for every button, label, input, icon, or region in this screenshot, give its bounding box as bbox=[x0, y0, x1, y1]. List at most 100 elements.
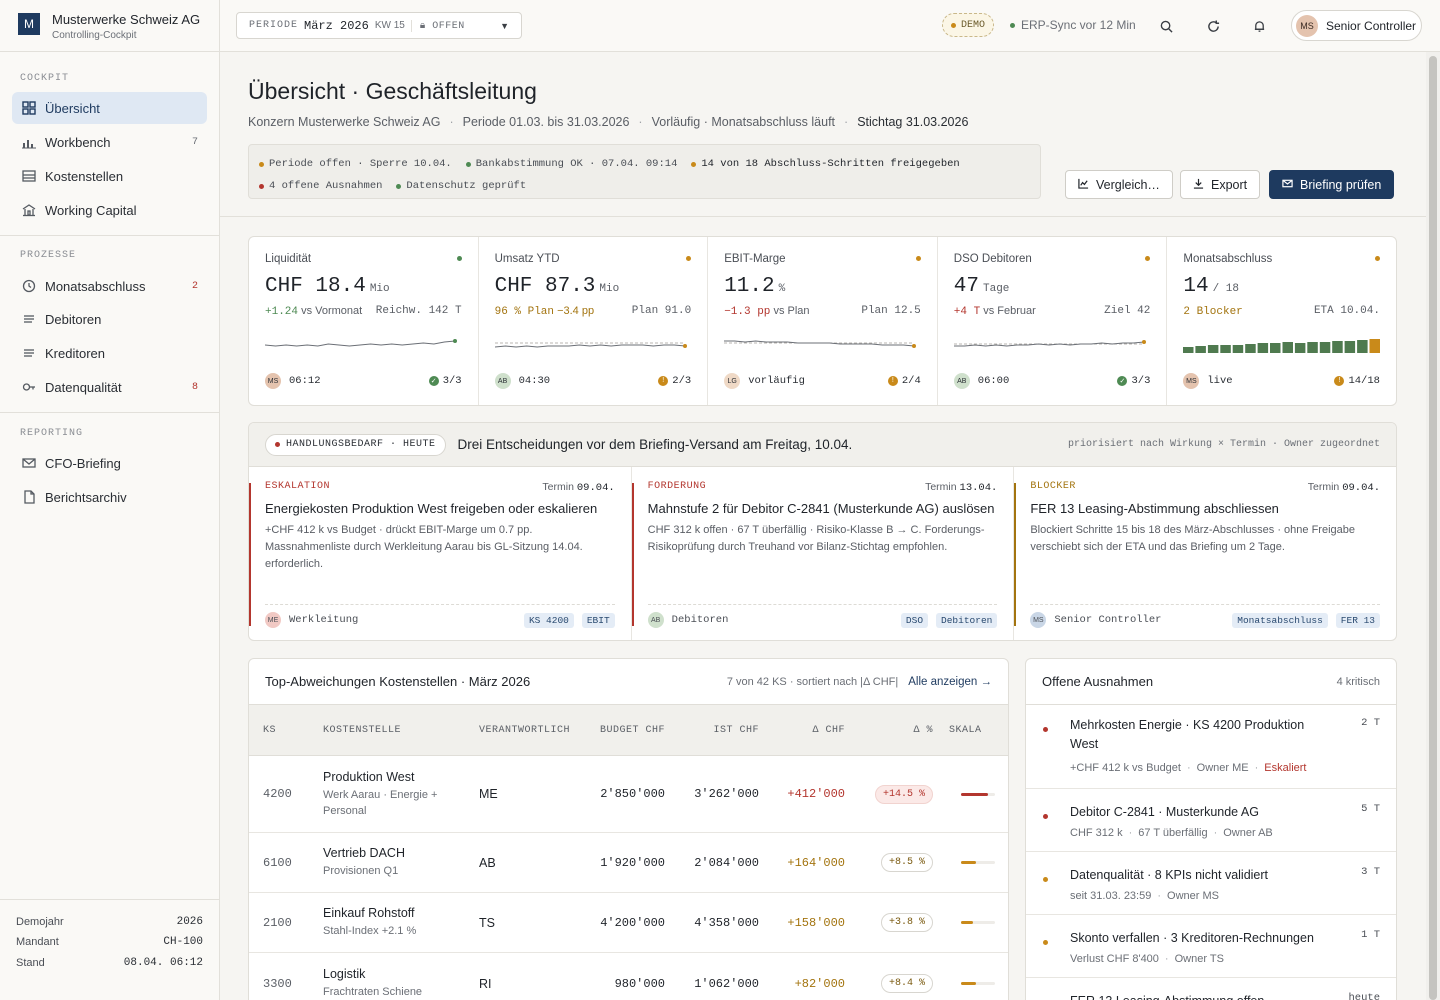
exception-details: Verlust CHF 8'400Owner TS bbox=[1070, 953, 1224, 965]
column-header[interactable]: KOSTENSTELLE bbox=[323, 705, 463, 756]
exception-detail: +CHF 412 k vs Budget bbox=[1070, 762, 1181, 774]
kpi-card[interactable]: DSO Debitoren 47 Tage +4 T vs Februar Ziel 4… bbox=[938, 237, 1168, 405]
cell-delta: +164'000 bbox=[787, 855, 845, 870]
user-menu[interactable]: MS Senior Controller bbox=[1291, 10, 1422, 41]
kpi-bar bbox=[1270, 343, 1281, 353]
tag[interactable]: Debitoren bbox=[936, 612, 998, 628]
status-dot bbox=[915, 256, 921, 261]
bell-icon[interactable] bbox=[1247, 14, 1271, 38]
clock-icon bbox=[21, 278, 37, 294]
status-dot bbox=[465, 161, 471, 167]
column-header[interactable]: BUDGET CHF bbox=[589, 705, 665, 756]
action-badge: HANDLUNGSBEDARF · HEUTE bbox=[265, 433, 446, 456]
exception-detail: seit 31.03. 23:59 bbox=[1070, 890, 1152, 902]
kpi-check-count: 3/3 bbox=[1131, 375, 1151, 387]
status-abschluss: 14 von 18 Abschluss-Schritten freigegebe… bbox=[691, 153, 960, 176]
cell-delta-pct: +8.5 % bbox=[859, 833, 933, 892]
scale-bar bbox=[961, 792, 995, 796]
sidebar-item-debitoren[interactable]: Debitoren bbox=[12, 303, 207, 335]
kpi-delta-text: vs Februar bbox=[983, 305, 1036, 317]
exceptions-title: Offene Ausnahmen bbox=[1042, 674, 1154, 689]
sidebar-item-kostenstellen[interactable]: Kostenstellen bbox=[12, 160, 207, 192]
kpi-value: 47 bbox=[953, 275, 979, 298]
compare-button[interactable]: Vergleich… bbox=[1065, 170, 1173, 199]
exception-item[interactable]: Skonto verfallen · 3 Kreditoren-Rechnung… bbox=[1026, 915, 1396, 978]
exception-title: Debitor C-2841 · Musterkunde AG bbox=[1070, 805, 1259, 819]
column-header[interactable]: Δ CHF bbox=[769, 705, 845, 756]
status-dot bbox=[1043, 877, 1048, 882]
scrollbar[interactable] bbox=[1426, 52, 1440, 1000]
briefing-button[interactable]: Briefing prüfen bbox=[1269, 170, 1395, 199]
kpi-card[interactable]: EBIT-Marge 11.2% −1.3 pp vs Plan Plan 12.5 L… bbox=[708, 237, 938, 405]
kpi-footer: MS 06:12 ✓ 3/3 bbox=[265, 373, 462, 389]
action-card[interactable]: FORDERUNG Termin 13.04. Mahnstufe 2 für De… bbox=[631, 467, 1015, 640]
kpi-sparkline bbox=[494, 342, 687, 348]
kpi-card[interactable]: Monatsabschluss 14/ 18 2 Blocker ETA 10.04… bbox=[1167, 237, 1396, 405]
footer-value: 2026 bbox=[176, 916, 203, 928]
sidebar-item-cfo-briefing[interactable]: CFO-Briefing bbox=[12, 447, 207, 479]
table-row[interactable]: 6100 Vertrieb DACH Provisionen Q1 AB 1'920'0… bbox=[249, 833, 1008, 893]
column-header[interactable]: VERANTWORTLICH bbox=[479, 705, 579, 756]
sidebar-item-datenqualitaet[interactable]: Datenqualität 8 bbox=[12, 371, 207, 403]
due-label: Termin bbox=[542, 481, 574, 493]
sidebar-item-label: Datenqualität bbox=[45, 379, 122, 395]
kpi-sparkline-path bbox=[265, 340, 456, 347]
exception-item[interactable]: FER 13 Leasing-Abstimmung offen heute bbox=[1026, 978, 1396, 1000]
tag[interactable]: EBIT bbox=[581, 612, 615, 628]
sidebar-item-kreditoren[interactable]: Kreditoren bbox=[12, 337, 207, 369]
status-dot bbox=[275, 442, 280, 447]
tag[interactable]: DSO bbox=[900, 612, 929, 628]
status-text: Datenschutz geprüft bbox=[406, 179, 527, 192]
column-header[interactable]: KS bbox=[263, 705, 303, 756]
kpi-compare: +1.24 vs Vormonat Reichw. 142 T bbox=[265, 305, 462, 318]
exception-title: Skonto verfallen · 3 Kreditoren-Rechnung… bbox=[1070, 931, 1314, 945]
table-row[interactable]: 4200 Produktion West Werk Aarau · Energie … bbox=[249, 756, 1008, 833]
compare-label: Vergleich… bbox=[1096, 177, 1160, 192]
action-card[interactable]: BLOCKER Termin 09.04. FER 13 Leasing-Absti… bbox=[1014, 467, 1396, 640]
kpi-delta-wrap: 96 % Plan −3.4 pp bbox=[495, 305, 595, 318]
column-header[interactable]: SKALA bbox=[949, 705, 993, 756]
kpi-value-wrap: CHF 18.4 Mio bbox=[265, 275, 390, 298]
kpi-compare: −1.3 pp vs Plan Plan 12.5 bbox=[724, 305, 921, 318]
tag[interactable]: KS 4200 bbox=[523, 612, 574, 628]
period-selector[interactable]: PERIODE März 2026 KW 15 🔒︎ OFFEN ▼ bbox=[236, 12, 522, 39]
refresh-icon[interactable] bbox=[1201, 14, 1225, 38]
action-card-footer: AB Debitoren DSO Debitoren bbox=[647, 604, 998, 628]
kpi-check: ✓ 3/3 bbox=[1117, 375, 1150, 387]
footer-value: 08.04. 06:12 bbox=[123, 957, 203, 969]
brand[interactable]: M Musterwerke Schweiz AG Controlling-Coc… bbox=[18, 12, 200, 43]
kostenstelle-sub: Provisionen Q1 bbox=[323, 865, 399, 877]
tag[interactable]: FER 13 bbox=[1335, 612, 1381, 628]
kpi-time: 04:30 bbox=[518, 375, 551, 387]
kpi-card[interactable]: Liquidität CHF 18.4 Mio +1.24 vs Vormonat Re… bbox=[249, 237, 479, 405]
kpi-bar bbox=[1233, 345, 1244, 353]
show-all-link[interactable]: Alle anzeigen → bbox=[908, 676, 992, 688]
kpi-card[interactable]: Umsatz YTD CHF 87.3 Mio 96 % Plan −3.4 pp Pl… bbox=[479, 237, 709, 405]
list-icon bbox=[21, 311, 37, 327]
exception-item[interactable]: Mehrkosten Energie · KS 4200 Produktion … bbox=[1026, 705, 1396, 789]
table-row[interactable]: 3300 Logistik Frachtraten Schiene RI 980'000… bbox=[249, 953, 1008, 1000]
kpi-value: 11.2 bbox=[724, 275, 775, 298]
action-meta: priorisiert nach Wirkung × Termin · Owne… bbox=[1067, 439, 1380, 450]
sidebar-item-working-capital[interactable]: Working Capital bbox=[12, 194, 207, 226]
table-row[interactable]: 2100 Einkauf Rohstoff Stahl-Index +2.1 % TS… bbox=[249, 893, 1008, 953]
sidebar-item-monatsabschluss[interactable]: Monatsabschluss 2 bbox=[12, 270, 207, 302]
export-button[interactable]: Export bbox=[1180, 170, 1261, 199]
search-icon[interactable] bbox=[1154, 14, 1178, 38]
check-circle-icon: ✓ bbox=[428, 376, 439, 386]
sidebar-item-uebersicht[interactable]: Übersicht bbox=[12, 92, 207, 124]
tag[interactable]: Monatsabschluss bbox=[1232, 612, 1328, 628]
kostenstelle-name: Logistik bbox=[323, 967, 366, 981]
action-card[interactable]: ESKALATION Termin 09.04. Energiekosten Pro… bbox=[249, 467, 632, 640]
column-header[interactable]: IST CHF bbox=[679, 705, 759, 756]
exception-item[interactable]: Datenqualität · 8 KPIs nicht validiert 3 … bbox=[1026, 852, 1396, 915]
sidebar-item-label: Debitoren bbox=[45, 311, 102, 327]
exception-details: seit 31.03. 23:59Owner MS bbox=[1070, 890, 1219, 902]
exception-item[interactable]: Debitor C-2841 · Musterkunde AG 5 T CHF 31… bbox=[1026, 789, 1396, 852]
sidebar-item-berichtsarchiv[interactable]: Berichtsarchiv bbox=[12, 481, 207, 513]
column-header[interactable]: Δ % bbox=[859, 705, 933, 756]
kpi-sparkline bbox=[724, 340, 917, 348]
cell-ist: 4'358'000 bbox=[694, 915, 759, 930]
sidebar-item-workbench[interactable]: Workbench 7 bbox=[12, 126, 207, 158]
scrollbar-thumb[interactable] bbox=[1429, 56, 1437, 1000]
